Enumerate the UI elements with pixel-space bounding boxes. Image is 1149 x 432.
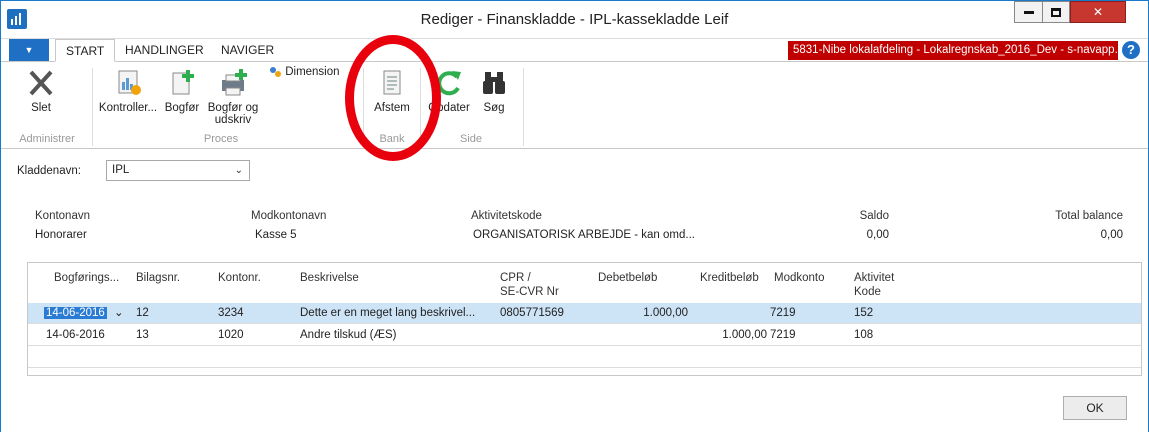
kontonavn-label: Kontonavn bbox=[35, 210, 90, 222]
maximize-button[interactable] bbox=[1042, 1, 1070, 23]
beskrivelse-cell[interactable]: Andre tilskud (ÆS) bbox=[300, 325, 397, 345]
kladdenavn-value: IPL bbox=[112, 164, 130, 176]
bogfor-og-udskriv-label-2: udskriv bbox=[214, 114, 252, 126]
annotation-circle bbox=[345, 35, 441, 161]
kontroller-button[interactable]: Kontroller... bbox=[98, 68, 158, 114]
modkontonavn-value: Kasse 5 bbox=[255, 229, 297, 241]
delete-icon bbox=[29, 70, 53, 96]
binoculars-icon bbox=[483, 72, 505, 94]
ribbon-separator bbox=[523, 68, 524, 146]
aktivitetskode-value: ORGANISATORISK ARBEJDE - kan omd... bbox=[473, 229, 695, 241]
post-document-icon bbox=[172, 70, 194, 95]
bogfor-og-udskriv-label-1: Bogfør og bbox=[207, 102, 259, 114]
dimensions-icon bbox=[270, 67, 281, 77]
close-icon: ✕ bbox=[1092, 5, 1104, 19]
kredit-cell[interactable]: 1.000,00 bbox=[668, 325, 767, 345]
col-header-bogforingsdato[interactable]: Bogførings... bbox=[54, 271, 119, 285]
col-header-cpr-line1: CPR / bbox=[500, 272, 531, 284]
aktivitet-cell[interactable]: 152 bbox=[854, 303, 873, 323]
modkonto-cell[interactable]: 7219 bbox=[770, 303, 796, 323]
kontonr-cell[interactable]: 3234 bbox=[218, 303, 244, 323]
window-title: Rediger - Finanskladde - IPL-kassekladde… bbox=[420, 11, 729, 28]
bogfor-og-udskriv-button[interactable]: Bogfør og udskriv bbox=[205, 68, 261, 126]
report-check-icon bbox=[118, 70, 141, 95]
maximize-icon bbox=[1051, 8, 1061, 18]
aktivitetskode-label: Aktivitetskode bbox=[471, 210, 542, 222]
col-header-aktivitet-line2: Kode bbox=[854, 286, 881, 298]
tab-start[interactable]: START bbox=[55, 39, 116, 62]
col-header-kontonr[interactable]: Kontonr. bbox=[218, 271, 261, 285]
help-icon[interactable]: ? bbox=[1122, 41, 1140, 59]
kladdenavn-select[interactable]: IPL ⌄ bbox=[106, 160, 250, 181]
slet-label: Slet bbox=[31, 102, 51, 114]
main-content: Kladdenavn: IPL ⌄ Kontonavn Honorarer Mo… bbox=[1, 150, 1148, 432]
tab-handlinger[interactable]: HANDLINGER bbox=[115, 39, 214, 61]
kontroller-label: Kontroller... bbox=[98, 102, 158, 114]
sog-label: Søg bbox=[483, 102, 505, 114]
col-header-modkonto[interactable]: Modkonto bbox=[774, 271, 825, 285]
chevron-down-icon: ⌄ bbox=[234, 165, 243, 176]
kontonr-cell[interactable]: 1020 bbox=[218, 325, 244, 345]
table-row[interactable]: 14-06-2016 ⌄ 12 3234 Dette er en meget l… bbox=[28, 303, 1141, 324]
col-header-beskrivelse[interactable]: Beskrivelse bbox=[300, 271, 359, 285]
kontonavn-value: Honorarer bbox=[35, 229, 87, 241]
group-administrer-label: Administrer bbox=[19, 133, 75, 145]
col-header-bilagsnr[interactable]: Bilagsnr. bbox=[136, 271, 180, 285]
bilagsnr-cell[interactable]: 13 bbox=[136, 325, 149, 345]
col-header-aktivitet[interactable]: Aktivitet Kode bbox=[854, 271, 894, 299]
journal-lines-grid: Bogførings... Bilagsnr. Kontonr. Beskriv… bbox=[27, 262, 1142, 376]
app-window: Rediger - Finanskladde - IPL-kassekladde… bbox=[0, 0, 1149, 432]
title-bar: Rediger - Finanskladde - IPL-kassekladde… bbox=[1, 1, 1148, 39]
cpr-cell[interactable]: 0805771569 bbox=[500, 303, 564, 323]
col-header-cpr-line2: SE-CVR Nr bbox=[500, 286, 559, 298]
post-print-icon bbox=[222, 69, 247, 96]
ribbon-tabs: ▼ START HANDLINGER NAVIGER 5831-Nibe lok… bbox=[1, 39, 1148, 62]
tab-naviger[interactable]: NAVIGER bbox=[211, 39, 284, 61]
dimensioner-label: Dimension bbox=[285, 66, 340, 79]
modkonto-cell[interactable]: 7219 bbox=[770, 325, 796, 345]
minimize-icon bbox=[1023, 11, 1034, 15]
total-balance-label: Total balance bbox=[1055, 210, 1123, 222]
kredit-cell[interactable] bbox=[668, 303, 764, 323]
group-proces-label: Proces bbox=[203, 133, 239, 145]
app-menu-button[interactable]: ▼ bbox=[9, 39, 49, 61]
slet-button[interactable]: Slet bbox=[19, 68, 63, 114]
modkontonavn-label: Modkontonavn bbox=[251, 210, 327, 222]
ok-button[interactable]: OK bbox=[1063, 396, 1127, 420]
bilagsnr-cell[interactable]: 12 bbox=[136, 303, 149, 323]
col-header-debet[interactable]: Debetbeløb bbox=[598, 271, 657, 285]
date-cell[interactable]: 14-06-2016 bbox=[46, 325, 105, 345]
table-row[interactable] bbox=[28, 347, 1141, 368]
saldo-label: Saldo bbox=[859, 210, 889, 222]
aktivitet-cell[interactable]: 108 bbox=[854, 325, 873, 345]
dimensioner-button[interactable]: Dimension bbox=[269, 66, 349, 78]
chevron-down-icon: ▼ bbox=[24, 45, 34, 55]
kladdenavn-label: Kladdenavn: bbox=[17, 165, 81, 177]
sog-button[interactable]: Søg bbox=[475, 68, 513, 114]
col-header-kredit[interactable]: Kreditbeløb bbox=[700, 271, 759, 285]
ribbon: Slet Administrer Kontroller... Bogfør Bo… bbox=[1, 61, 1148, 149]
bogfor-label: Bogfør bbox=[164, 102, 200, 114]
date-value: 14-06-2016 bbox=[44, 307, 107, 319]
total-balance-value: 0,00 bbox=[1100, 229, 1123, 241]
date-cell[interactable]: 14-06-2016 ⌄ bbox=[44, 303, 124, 323]
col-header-aktivitet-line1: Aktivitet bbox=[854, 272, 895, 284]
chevron-down-icon[interactable]: ⌄ bbox=[114, 307, 124, 319]
close-button[interactable]: ✕ bbox=[1070, 1, 1126, 23]
bogfor-button[interactable]: Bogfør bbox=[161, 68, 203, 114]
beskrivelse-cell[interactable]: Dette er en meget lang beskrivel... bbox=[300, 303, 475, 323]
company-indicator[interactable]: 5831-Nibe lokalafdeling - Lokalregnskab_… bbox=[788, 41, 1118, 60]
saldo-value: 0,00 bbox=[866, 229, 889, 241]
table-row[interactable]: 14-06-2016 13 1020 Andre tilskud (ÆS) 1.… bbox=[28, 325, 1141, 346]
group-side-label: Side bbox=[459, 133, 483, 145]
minimize-button[interactable] bbox=[1014, 1, 1042, 23]
col-header-cpr[interactable]: CPR / SE-CVR Nr bbox=[500, 271, 559, 299]
